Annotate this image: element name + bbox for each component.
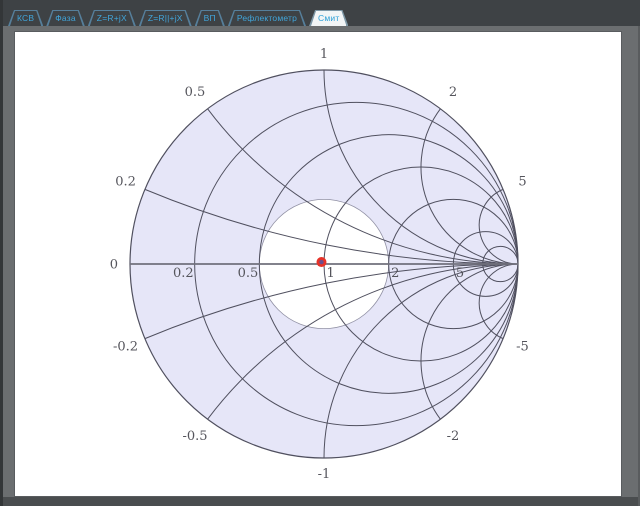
reactance-label: 2: [449, 85, 457, 100]
tab-label: Z=R+jX: [90, 11, 134, 26]
tab-bar: КСВ Фаза Z=R+jX Z=R||+jX ВП Рефлектометр Смит: [0, 0, 640, 26]
resistance-label: 2: [391, 266, 399, 281]
tab-z-parallel[interactable]: Z=R||+jX: [139, 10, 192, 26]
reactance-label: 1: [320, 47, 328, 62]
tab-faza[interactable]: Фаза: [46, 10, 85, 26]
tab-label: Смит: [311, 11, 346, 26]
window-bottom-edge: [3, 497, 640, 506]
tab-label: Рефлектометр: [230, 11, 304, 26]
reactance-label: -0.5: [182, 429, 207, 444]
tab-label: Z=R||+jX: [141, 11, 190, 26]
tab-smith[interactable]: Смит: [309, 10, 348, 26]
window-left-edge: [0, 0, 3, 506]
tab-label: Фаза: [48, 11, 83, 26]
reactance-label: -5: [516, 340, 529, 355]
reactance-label: 5: [518, 174, 526, 189]
reactance-label: 0.5: [185, 85, 206, 100]
tab-vp[interactable]: ВП: [195, 10, 225, 26]
app-window: КСВФазаZ=R+jXZ=R||+jXВПРефлектометрСмит …: [0, 0, 640, 506]
resistance-label: 0.2: [173, 266, 194, 281]
tab-reflectometer[interactable]: Рефлектометр: [228, 10, 306, 26]
reactance-label: -2: [447, 429, 460, 444]
impedance-marker-core: [319, 260, 323, 264]
reactance-label: -0.2: [113, 340, 138, 355]
tab-z-series[interactable]: Z=R+jX: [88, 10, 136, 26]
tab-label: КСВ: [10, 11, 41, 26]
tab-ksv[interactable]: КСВ: [8, 10, 43, 26]
resistance-label: 5: [456, 266, 464, 281]
resistance-label: 0: [110, 258, 118, 273]
tab-label: ВП: [197, 11, 223, 26]
reactance-label: -1: [318, 467, 331, 482]
resistance-label: 1: [327, 266, 335, 281]
chart-panel: 0 0.2 0.5 1 2 5 0.2 0.5 1 2 5 -0.2 -0.5 -1 -2 -5: [14, 31, 622, 497]
resistance-label: 0.5: [238, 266, 259, 281]
smith-chart: 0 0.2 0.5 1 2 5 0.2 0.5 1 2 5 -0.2 -0.5 -1 -2 -5: [15, 32, 621, 496]
reactance-label: 0.2: [115, 174, 136, 189]
